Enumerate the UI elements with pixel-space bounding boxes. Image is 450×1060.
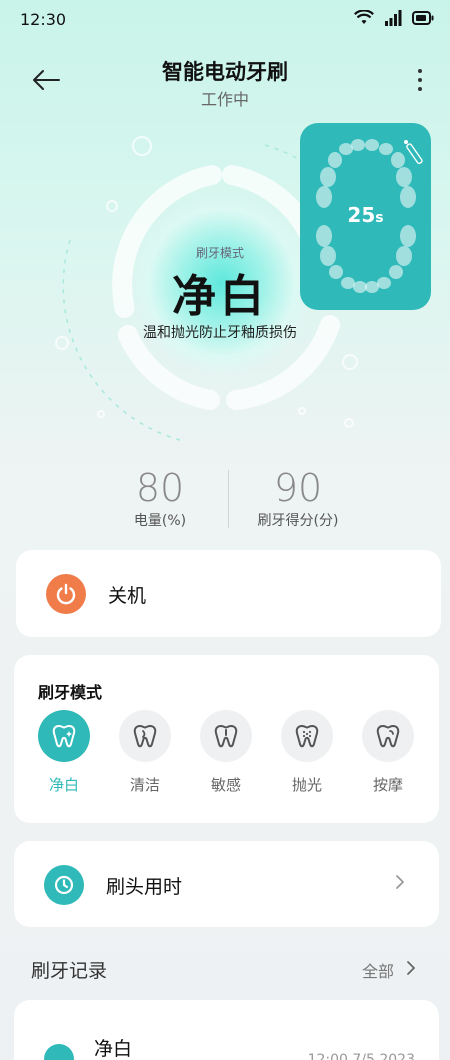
timer-unit: s xyxy=(375,210,384,226)
brushing-records-header: 刷牙记录 全部 xyxy=(0,950,450,990)
battery-stat: 80 电量(%) xyxy=(90,466,230,530)
score-value: 90 xyxy=(273,466,323,510)
brush-head-usage-card[interactable]: 刷头用时 xyxy=(14,841,439,927)
more-button[interactable] xyxy=(408,64,432,96)
mode-option-cleaning[interactable]: 清洁 xyxy=(115,710,175,795)
clock-icon xyxy=(44,865,84,905)
mode-option-polish[interactable]: 抛光 xyxy=(277,710,337,795)
score-label: 刷牙得分(分) xyxy=(257,513,339,529)
current-mode-name: 净白 xyxy=(172,271,268,322)
power-icon xyxy=(46,574,86,614)
stats-row: 80 电量(%) 90 刷牙得分(分) xyxy=(0,466,450,536)
mode-label-massage: 按摩 xyxy=(372,776,403,794)
timer-value: 25 xyxy=(347,203,376,227)
mode-label-sensitive: 敏感 xyxy=(210,776,241,794)
mode-label-polish: 抛光 xyxy=(291,776,322,794)
chevron-right-icon[interactable] xyxy=(406,960,416,976)
more-vertical-icon xyxy=(418,69,422,91)
score-stat: 90 刷牙得分(分) xyxy=(228,466,368,530)
page-title: 智能电动牙刷 xyxy=(162,60,288,84)
battery-icon xyxy=(412,11,434,25)
record-timestamp: 12:00 7/5 2023 xyxy=(307,1052,415,1060)
mode-description: 温和抛光防止牙釉质损伤 xyxy=(143,325,297,341)
brush-head-usage-label: 刷头用时 xyxy=(106,876,183,898)
status-bar: 12:30 xyxy=(0,0,450,40)
tooth-clean-icon xyxy=(119,710,171,762)
mode-caption: 刷牙模式 xyxy=(195,246,244,260)
device-status: 工作中 xyxy=(200,90,249,109)
battery-label: 电量(%) xyxy=(133,513,187,529)
app-header: 智能电动牙刷 工作中 xyxy=(0,50,450,110)
record-list-item[interactable]: 净白 12:00 7/5 2023 xyxy=(14,1000,439,1060)
mode-label-whitening: 净白 xyxy=(48,776,79,794)
tooth-massage-icon xyxy=(362,710,414,762)
power-off-card[interactable]: 关机 xyxy=(16,550,441,637)
mode-option-sensitive[interactable]: 敏感 xyxy=(196,710,256,795)
mode-label-cleaning: 清洁 xyxy=(129,776,160,794)
brush-timer-card: 25s xyxy=(300,123,431,310)
chevron-right-icon xyxy=(396,875,404,889)
records-title: 刷牙记录 xyxy=(31,960,108,982)
tooth-alert-icon xyxy=(200,710,252,762)
tooth-record-icon xyxy=(44,1044,74,1060)
signal-icon xyxy=(385,10,402,26)
brushing-mode-card: 刷牙模式 净白 清洁 敏感 抛光 按摩 xyxy=(14,655,439,823)
tooth-sparkle-icon xyxy=(38,710,90,762)
wifi-icon xyxy=(354,10,374,24)
status-icons xyxy=(354,10,434,26)
mode-option-whitening[interactable]: 净白 xyxy=(34,710,94,795)
tooth-polish-icon xyxy=(281,710,333,762)
mode-option-massage[interactable]: 按摩 xyxy=(358,710,418,795)
records-view-all-link[interactable]: 全部 xyxy=(362,958,394,982)
record-mode-name: 净白 xyxy=(94,1038,133,1060)
power-off-label: 关机 xyxy=(108,585,147,607)
battery-value: 80 xyxy=(135,466,185,510)
brushing-mode-title: 刷牙模式 xyxy=(38,683,103,702)
status-time: 12:30 xyxy=(20,10,67,29)
brush-timer: 25s xyxy=(300,203,431,227)
